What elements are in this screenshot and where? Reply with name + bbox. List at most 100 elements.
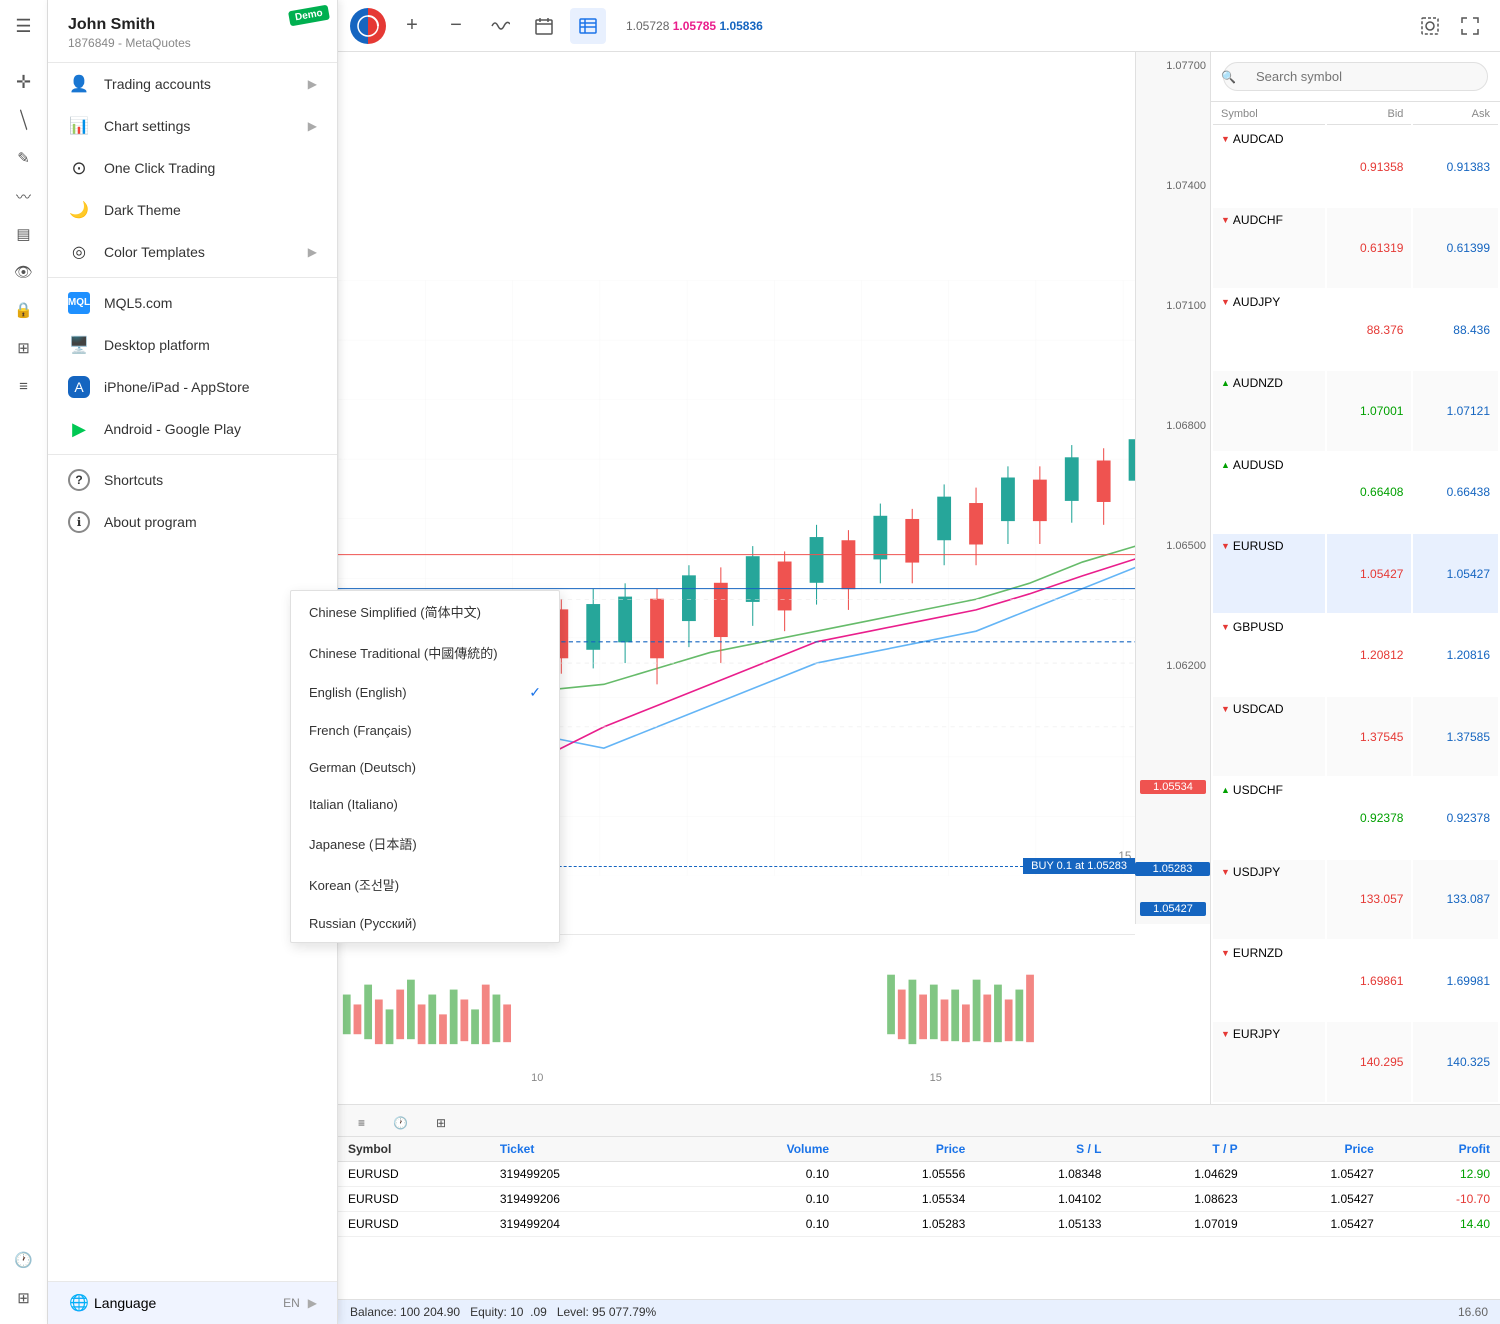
pos-tp: 1.07019 bbox=[1111, 1212, 1247, 1237]
menu-separator-1 bbox=[48, 277, 337, 278]
time-axis: 10 15 bbox=[338, 1072, 1135, 1084]
line-tool-icon[interactable]: ╱ bbox=[0, 95, 49, 146]
lang-english[interactable]: English (English) ✓ bbox=[291, 673, 559, 712]
wave-tool-icon bbox=[490, 16, 510, 36]
logo-icon bbox=[357, 15, 379, 37]
ask-value: 0.66438 bbox=[1413, 453, 1498, 532]
screenshot-button[interactable] bbox=[1412, 8, 1448, 44]
menu-item-color-templates[interactable]: ◎ Color Templates ▶ bbox=[48, 231, 337, 273]
group-icon[interactable]: ⊞ bbox=[6, 330, 42, 366]
wave-icon[interactable]: 〰 bbox=[6, 178, 42, 214]
price-info: 1.05728 1.05785 1.05836 bbox=[626, 19, 763, 33]
symbol-row[interactable]: ▲ AUDUSD 0.66408 0.66438 bbox=[1213, 453, 1498, 532]
menu-item-chart-settings[interactable]: 📊 Chart settings ▶ bbox=[48, 105, 337, 147]
lang-japanese[interactable]: Japanese (日本語) bbox=[291, 823, 559, 864]
tab-grid-icon[interactable]: ⊞ bbox=[424, 1112, 458, 1136]
menu-item-shortcuts[interactable]: ? Shortcuts bbox=[48, 459, 337, 501]
grid-icon[interactable]: ⊞ bbox=[6, 1280, 42, 1316]
symbol-row[interactable]: ▼ USDJPY 133.057 133.087 bbox=[1213, 860, 1498, 939]
symbol-row[interactable]: ▲ USDCHF 0.92378 0.92378 bbox=[1213, 778, 1498, 857]
menu-item-android[interactable]: ▶ Android - Google Play bbox=[48, 408, 337, 450]
symbol-row[interactable]: ▼ AUDJPY 88.376 88.436 bbox=[1213, 290, 1498, 369]
eye-icon[interactable]: 👁 bbox=[6, 254, 42, 290]
ask-value: 0.61399 bbox=[1413, 208, 1498, 287]
list-icon[interactable]: ≡ bbox=[6, 368, 42, 404]
profit-total: 16.60 bbox=[1458, 1305, 1488, 1319]
user-subtitle: 1876849 - MetaQuotes bbox=[68, 36, 317, 50]
symbol-row[interactable]: ▼ AUDCHF 0.61319 0.61399 bbox=[1213, 208, 1498, 287]
symbol-name: AUDUSD bbox=[1233, 458, 1284, 472]
time-15: 15 bbox=[930, 1072, 942, 1084]
menu-item-iphone[interactable]: A iPhone/iPad - AppStore bbox=[48, 366, 337, 408]
menu-item-language[interactable]: 🌐 Language EN ▶ bbox=[48, 1281, 337, 1324]
pos-price: 1.05534 bbox=[839, 1187, 975, 1212]
bar-chart-icon[interactable]: ▤ bbox=[6, 216, 42, 252]
list-view-button[interactable] bbox=[570, 8, 606, 44]
menu-item-about[interactable]: ℹ About program bbox=[48, 501, 337, 543]
crosshair-icon[interactable]: ✛ bbox=[6, 64, 42, 100]
pos-sl: 1.04102 bbox=[975, 1187, 1111, 1212]
ask-value: 0.91383 bbox=[1413, 127, 1498, 206]
symbol-row[interactable]: ▲ AUDNZD 1.07001 1.07121 bbox=[1213, 371, 1498, 450]
symbol-name: AUDCAD bbox=[1233, 132, 1284, 146]
mql5-label: MQL5.com bbox=[104, 295, 317, 311]
menu-item-mql5[interactable]: MQL MQL5.com bbox=[48, 282, 337, 324]
android-label: Android - Google Play bbox=[104, 421, 317, 437]
position-row[interactable]: EURUSD 319499205 0.10 1.05556 1.08348 1.… bbox=[338, 1162, 1500, 1187]
remove-button[interactable]: − bbox=[438, 8, 474, 44]
lang-korean[interactable]: Korean (조선말) bbox=[291, 864, 559, 905]
menu-item-trading-accounts[interactable]: 👤 Trading accounts ▶ bbox=[48, 63, 337, 105]
calendar-icon bbox=[535, 17, 553, 35]
symbol-row[interactable]: ▼ GBPUSD 1.20812 1.20816 bbox=[1213, 615, 1498, 694]
history-icon[interactable]: 🕐 bbox=[6, 1242, 42, 1278]
symbol-row[interactable]: ▼ EURNZD 1.69861 1.69981 bbox=[1213, 941, 1498, 1020]
th-price: Price bbox=[839, 1137, 975, 1162]
tab-history-icon[interactable]: 🕐 bbox=[381, 1112, 420, 1136]
symbols-table: Symbol Bid Ask ▼ AUDCAD 0.91358 0.91383 … bbox=[1211, 102, 1500, 1104]
pencil-icon[interactable]: ✎ bbox=[6, 140, 42, 176]
symbol-row[interactable]: ▼ USDCAD 1.37545 1.37585 bbox=[1213, 697, 1498, 776]
th-tp: T / P bbox=[1111, 1137, 1247, 1162]
tab-terminal-icon[interactable]: ≡ bbox=[346, 1112, 377, 1136]
calendar-button[interactable] bbox=[526, 8, 562, 44]
position-row[interactable]: EURUSD 319499206 0.10 1.05534 1.04102 1.… bbox=[338, 1187, 1500, 1212]
position-row[interactable]: EURUSD 319499204 0.10 1.05283 1.05133 1.… bbox=[338, 1212, 1500, 1237]
hamburger-menu-icon[interactable]: ☰ bbox=[6, 8, 42, 44]
wave-tool-button[interactable] bbox=[482, 8, 518, 44]
toolbar-right bbox=[1412, 8, 1488, 44]
th-volume: Volume bbox=[705, 1137, 839, 1162]
th-ticket: Ticket bbox=[490, 1137, 662, 1162]
symbol-row[interactable]: ▼ EURUSD 1.05427 1.05427 bbox=[1213, 534, 1498, 613]
pos-symbol: EURUSD bbox=[338, 1187, 490, 1212]
lock-icon[interactable]: 🔒 bbox=[6, 292, 42, 328]
fullscreen-button[interactable] bbox=[1452, 8, 1488, 44]
symbol-row[interactable]: ▼ EURJPY 140.295 140.325 bbox=[1213, 1022, 1498, 1102]
bid-value: 0.92378 bbox=[1327, 778, 1412, 857]
pos-col3 bbox=[662, 1212, 705, 1237]
lang-italian[interactable]: Italian (Italiano) bbox=[291, 786, 559, 823]
shortcuts-icon: ? bbox=[68, 469, 90, 491]
lang-label: French (Français) bbox=[309, 723, 412, 738]
lang-chinese-traditional[interactable]: Chinese Traditional (中國傳統的) bbox=[291, 632, 559, 673]
price-level-1: 1.07700 bbox=[1140, 60, 1206, 72]
menu-item-desktop-platform[interactable]: 🖥️ Desktop platform bbox=[48, 324, 337, 366]
price-highlight-green: 1.05283 bbox=[1135, 862, 1210, 876]
lang-french[interactable]: French (Français) bbox=[291, 712, 559, 749]
add-button[interactable]: + bbox=[394, 8, 430, 44]
positions-table: Symbol Ticket Volume Price S / L T / P P… bbox=[338, 1137, 1500, 1237]
menu-item-dark-theme[interactable]: 🌙 Dark Theme bbox=[48, 189, 337, 231]
pos-price: 1.05556 bbox=[839, 1162, 975, 1187]
lang-chinese-simplified[interactable]: Chinese Simplified (简体中文) bbox=[291, 591, 559, 632]
search-input[interactable] bbox=[1223, 62, 1488, 91]
iphone-label: iPhone/iPad - AppStore bbox=[104, 379, 317, 395]
menu-item-one-click-trading[interactable]: ⊙ One Click Trading bbox=[48, 147, 337, 189]
pos-profit: 12.90 bbox=[1384, 1162, 1500, 1187]
lang-russian[interactable]: Russian (Русский) bbox=[291, 905, 559, 942]
app-logo bbox=[350, 8, 386, 44]
lang-german[interactable]: German (Deutsch) bbox=[291, 749, 559, 786]
desktop-icon: 🖥️ bbox=[68, 334, 90, 356]
symbol-row[interactable]: ▼ AUDCAD 0.91358 0.91383 bbox=[1213, 127, 1498, 206]
pos-volume: 0.10 bbox=[705, 1212, 839, 1237]
th-profit: Profit bbox=[1384, 1137, 1500, 1162]
list-view-icon bbox=[579, 17, 597, 35]
